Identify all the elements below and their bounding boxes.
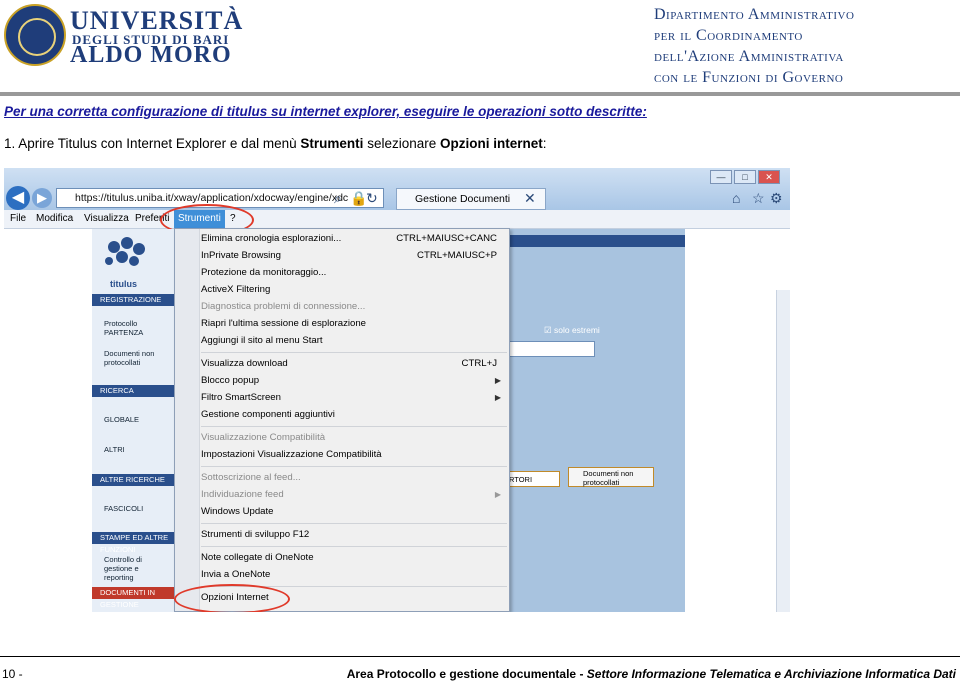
footer-text: Area Protocollo e gestione documentale -… bbox=[347, 667, 956, 681]
section-stampe: STAMPE ED ALTRE FUNZIONI bbox=[92, 532, 174, 554]
footer-area: Area Protocollo e gestione documentale bbox=[346, 667, 577, 681]
footer-sep: - bbox=[576, 667, 587, 681]
step-1-text: 1. Aprire Titulus con Internet Explorer … bbox=[4, 136, 547, 151]
favorites-star-icon[interactable]: ☆ bbox=[752, 190, 765, 207]
menu-separator bbox=[201, 466, 507, 467]
footer-divider bbox=[0, 656, 960, 657]
solo-estremi-label: solo estremi bbox=[553, 325, 600, 335]
home-icon[interactable]: ⌂ bbox=[732, 190, 740, 206]
section-registrazione: REGISTRAZIONE bbox=[92, 294, 174, 306]
minimize-button[interactable]: — bbox=[710, 170, 732, 184]
intro-text: Per una corretta configurazione di titul… bbox=[4, 104, 647, 119]
forward-button[interactable]: ▶ bbox=[32, 188, 52, 208]
strumenti-dropdown-menu: Elimina cronologia esplorazioni... CTRL+… bbox=[174, 228, 510, 612]
menu-item-filtro-smartscreen[interactable]: Filtro SmartScreen bbox=[201, 392, 281, 403]
right-panel-header bbox=[509, 235, 685, 247]
titulus-logo-text: titulus bbox=[110, 279, 137, 289]
menu-item-componenti-aggiuntivi[interactable]: Gestione componenti aggiuntivi bbox=[201, 409, 335, 420]
menu-item-activex-filtering[interactable]: ActiveX Filtering bbox=[201, 284, 270, 295]
refresh-icon[interactable]: ↻ bbox=[366, 190, 378, 207]
browser-menubar: File Modifica Visualizza Preferiti Strum… bbox=[4, 210, 790, 229]
url-text: https://titulus.uniba.it/xway/applicatio… bbox=[75, 192, 349, 204]
search-input[interactable] bbox=[509, 341, 595, 357]
titulus-logo bbox=[105, 237, 145, 266]
menu-item-invia-onenote[interactable]: Invia a OneNote bbox=[201, 569, 270, 580]
menu-visualizza[interactable]: Visualizza bbox=[80, 210, 133, 228]
dept-line: per il Coordinamento bbox=[654, 27, 803, 44]
protocollo-partenza-link[interactable]: Protocollo PARTENZA bbox=[104, 319, 170, 337]
close-tab-icon[interactable]: ✕ bbox=[524, 190, 536, 207]
submenu-arrow-icon: ▶ bbox=[494, 393, 501, 402]
department-name: Dipartimento Amministrativo per il Coord… bbox=[654, 4, 854, 88]
section-altre-ricerche: ALTRE RICERCHE bbox=[92, 474, 174, 486]
step-text-suffix: : bbox=[542, 136, 547, 151]
menu-item-visualizza-download[interactable]: Visualizza download bbox=[201, 358, 288, 369]
section-documenti-in-gestione: DOCUMENTI IN GESTIONE bbox=[92, 587, 174, 609]
menu-shortcut: CTRL+J bbox=[461, 358, 497, 369]
lock-icon: 🔒 bbox=[350, 190, 368, 206]
menu-item-visualizzazione-compatibilita: Visualizzazione Compatibilità bbox=[201, 432, 326, 443]
menu-item-sottoscrizione-feed: Sottoscrizione al feed... bbox=[201, 472, 301, 483]
rtori-button[interactable]: RTORI bbox=[504, 471, 560, 487]
search-icon[interactable]: ⌕ bbox=[334, 190, 342, 207]
menu-item-elimina-cronologia[interactable]: Elimina cronologia esplorazioni... bbox=[201, 233, 341, 244]
menu-item-note-onenote[interactable]: Note collegate di OneNote bbox=[201, 552, 314, 563]
highlight-circle-opzioni-internet bbox=[174, 584, 290, 612]
menu-item-windows-update[interactable]: Windows Update bbox=[201, 506, 274, 517]
titulus-right-panel bbox=[509, 229, 685, 612]
gear-icon[interactable]: ⚙ bbox=[770, 190, 783, 207]
step-text-prefix: 1. Aprire Titulus con Internet Explorer … bbox=[4, 136, 301, 151]
menu-item-inprivate[interactable]: InPrivate Browsing bbox=[201, 250, 281, 261]
page-scrollbar[interactable] bbox=[776, 290, 790, 612]
menu-item-blocco-popup[interactable]: Blocco popup bbox=[201, 375, 259, 386]
menu-shortcut: CTRL+MAIUSC+P bbox=[417, 250, 497, 261]
menu-file[interactable]: File bbox=[6, 210, 30, 228]
menu-item-diagnostica: Diagnostica problemi di connessione... bbox=[201, 301, 366, 312]
section-ricerca: RICERCA bbox=[92, 385, 174, 397]
close-window-button[interactable]: ✕ bbox=[758, 170, 780, 184]
step-option-name: Opzioni internet bbox=[439, 136, 543, 151]
dept-line: dell'Azione Amministrativa bbox=[654, 48, 844, 65]
ricerca-altri-link[interactable]: ALTRI bbox=[104, 445, 170, 454]
maximize-button[interactable]: □ bbox=[734, 170, 756, 184]
browser-screenshot: ◀ ▶ https://titulus.uniba.it/xway/applic… bbox=[4, 168, 790, 612]
menu-item-aggiungi-start[interactable]: Aggiungi il sito al menu Start bbox=[201, 335, 323, 346]
menu-separator bbox=[201, 523, 507, 524]
menu-modifica[interactable]: Modifica bbox=[32, 210, 77, 228]
fascicoli-link[interactable]: FASCICOLI bbox=[104, 504, 170, 513]
menu-item-impostazioni-compatibilita[interactable]: Impostazioni Visualizzazione Compatibili… bbox=[201, 449, 382, 460]
university-seal-logo bbox=[4, 4, 66, 66]
dept-line: con le Funzioni di Governo bbox=[654, 69, 844, 86]
menu-shortcut: CTRL+MAIUSC+CANC bbox=[396, 233, 497, 244]
header-divider bbox=[0, 92, 960, 96]
menu-separator bbox=[201, 546, 507, 547]
menu-icon-gutter bbox=[175, 229, 200, 611]
footer-settore: Settore Informazione Telematica e Archiv… bbox=[586, 667, 956, 681]
step-menu-name: Strumenti bbox=[300, 136, 364, 151]
ricerca-globale-link[interactable]: GLOBALE bbox=[104, 415, 170, 424]
solo-estremi-checkbox[interactable]: ☑ solo estremi bbox=[544, 325, 600, 336]
documenti-non-protocollati-link[interactable]: Documenti non protocollati bbox=[104, 349, 170, 367]
menu-item-individuazione-feed: Individuazione feed bbox=[201, 489, 284, 500]
university-name-line3: ALDO MORO bbox=[70, 42, 232, 68]
menu-separator bbox=[201, 426, 507, 427]
menu-item-protezione-monitoraggio[interactable]: Protezione da monitoraggio... bbox=[201, 267, 326, 278]
page-number: 10 - bbox=[2, 667, 23, 681]
dept-line: Dipartimento Amministrativo bbox=[654, 6, 855, 23]
menu-item-strumenti-sviluppo[interactable]: Strumenti di sviluppo F12 bbox=[201, 529, 309, 540]
documenti-non-protocollati-button[interactable]: Documenti non protocollati bbox=[568, 467, 654, 487]
back-button[interactable]: ◀ bbox=[6, 186, 30, 210]
controllo-gestione-link[interactable]: Controllo di gestione e reporting bbox=[104, 555, 170, 582]
tab-title: Gestione Documenti bbox=[415, 193, 511, 205]
submenu-arrow-icon: ▶ bbox=[494, 490, 501, 499]
menu-item-riapri-sessione[interactable]: Riapri l'ultima sessione di esplorazione bbox=[201, 318, 366, 329]
submenu-arrow-icon: ▶ bbox=[494, 376, 501, 385]
step-text-middle: selezionare bbox=[363, 136, 440, 151]
menu-separator bbox=[201, 352, 507, 353]
